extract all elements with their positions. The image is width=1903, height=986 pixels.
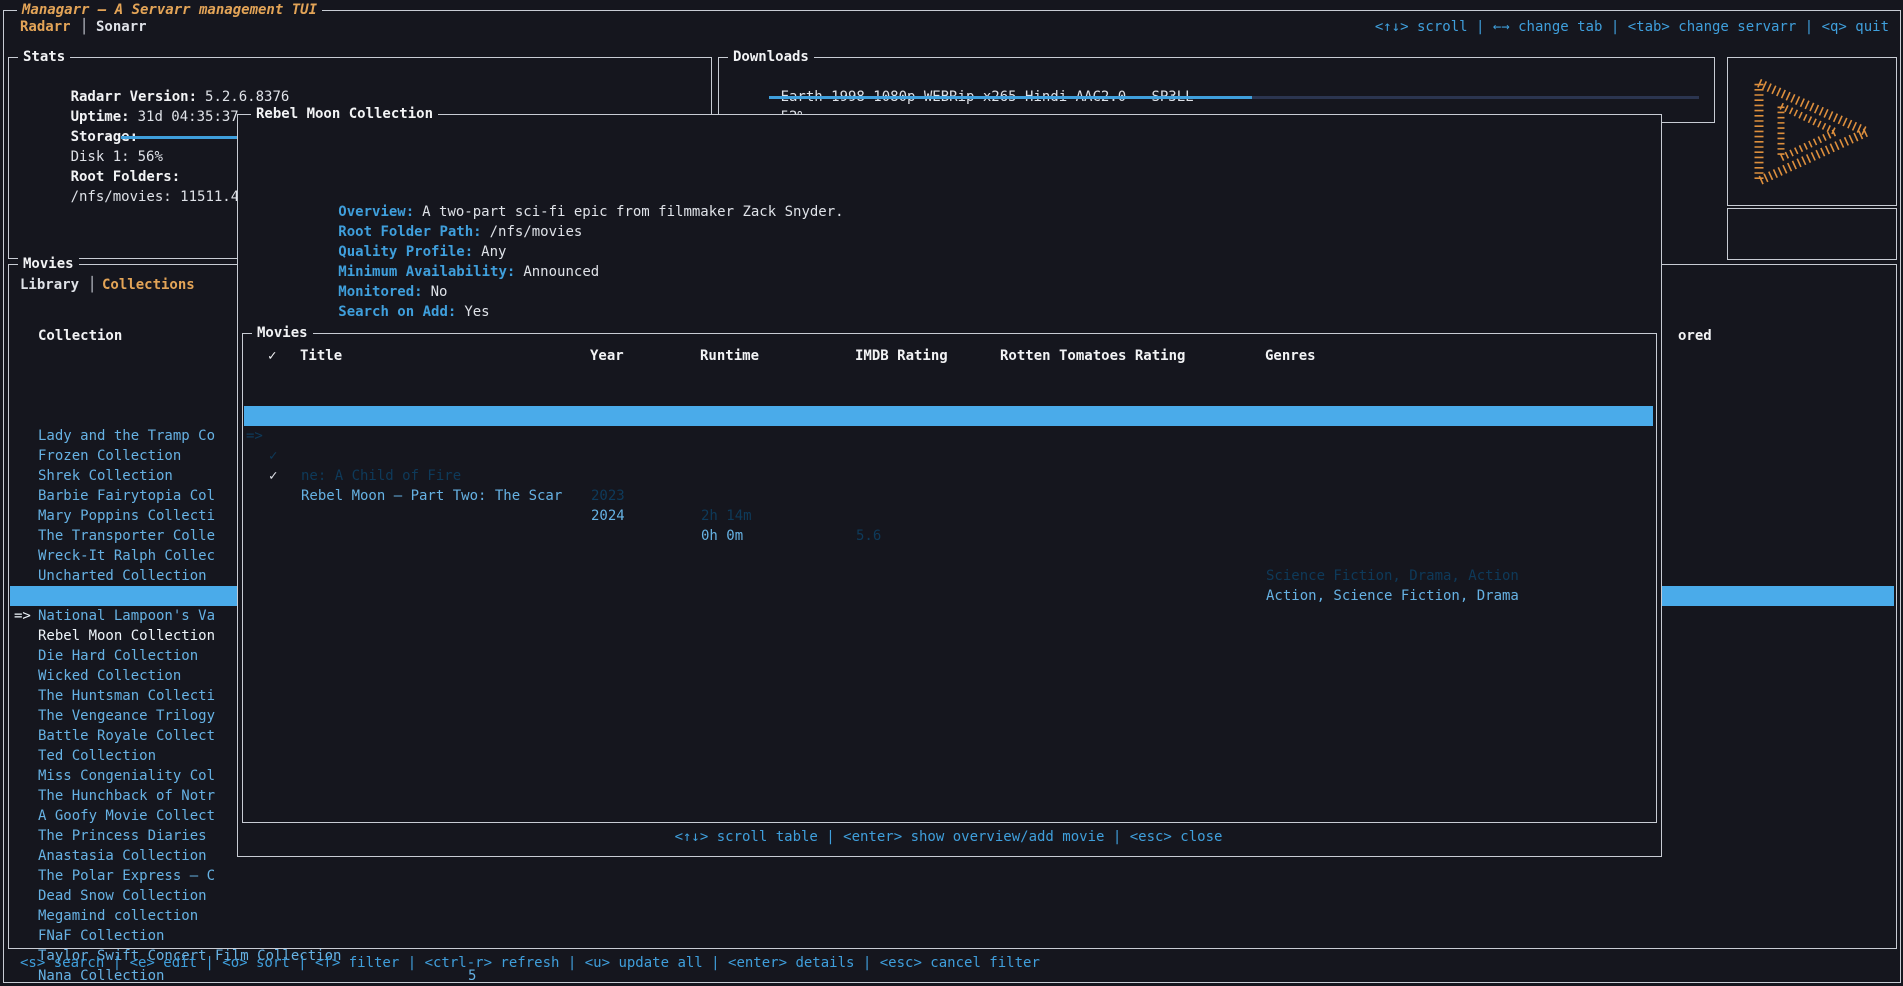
movie-runtime: 0h 0m bbox=[701, 526, 743, 546]
collection-row[interactable]: FNaF Collection bbox=[10, 886, 1894, 906]
bottom-help-hints: <s> search | <e> edit | <o> sort | <f> f… bbox=[20, 953, 1040, 973]
collection-row[interactable]: Nana Collection 2 /nfs/movies Any Yes bbox=[10, 926, 1894, 946]
movies-panel-title: Movies bbox=[18, 254, 79, 274]
collection-row[interactable]: Taylor Swift Concert Film Collection 5 /… bbox=[10, 906, 1894, 926]
modal-movies-table-title: Movies bbox=[252, 323, 313, 343]
stats-uptime-value: 31d 04:35:37 bbox=[138, 109, 239, 125]
download-progress-gauge-fill bbox=[769, 96, 1252, 99]
header-imdb-rating: IMDB Rating bbox=[855, 346, 948, 366]
movie-imdb-rating: 5.6 bbox=[856, 526, 881, 546]
detail-field: Overview:A two-part sci-fi epic from fil… bbox=[254, 182, 844, 202]
collection-detail-fields: Overview:A two-part sci-fi epic from fil… bbox=[254, 142, 844, 342]
header-collection: Collection bbox=[38, 326, 122, 346]
empty-panel bbox=[1727, 208, 1897, 260]
tab-radarr[interactable]: Radarr bbox=[20, 17, 71, 37]
download-progress-gauge-track bbox=[1252, 96, 1699, 99]
managarr-logo-icon bbox=[1751, 79, 1873, 185]
tab-collections[interactable]: Collections bbox=[102, 275, 195, 295]
detail-field-label: Search on Add: bbox=[338, 304, 456, 320]
movie-monitored-check-icon: ✓ bbox=[269, 466, 277, 486]
header-title: Title bbox=[300, 346, 342, 366]
downloads-panel-title: Downloads bbox=[728, 47, 814, 67]
movie-year: 2023 bbox=[591, 486, 625, 506]
header-genres: Genres bbox=[1265, 346, 1316, 366]
logo-panel bbox=[1727, 57, 1897, 206]
modal-movie-row[interactable]: ✓ Rebel Moon – Part Two: The Scar 2024 0… bbox=[244, 426, 1653, 446]
header-runtime: Runtime bbox=[700, 346, 759, 366]
detail-field: Root Folder Path:/nfs/movies bbox=[254, 202, 844, 222]
header-check: ✓ bbox=[268, 346, 276, 366]
tab-library[interactable]: Library bbox=[20, 275, 79, 295]
stats-root-folder-line: /nfs/movies: 11511.43 GB bbox=[20, 167, 273, 227]
modal-help-hints: <↑↓> scroll table | <enter> show overvie… bbox=[238, 827, 1659, 847]
detail-field: Quality Profile:Any bbox=[254, 222, 844, 242]
detail-field: Monitored:No bbox=[254, 262, 844, 282]
modal-movie-row[interactable]: => ✓ ne: A Child of Fire 2023 2h 14m 5.6… bbox=[244, 406, 1653, 426]
movie-genres: Action, Science Fiction, Drama bbox=[1266, 586, 1519, 606]
modal-movies-table-header: ✓ Title Year Runtime IMDB Rating Rotten … bbox=[243, 346, 1656, 366]
detail-field: Minimum Availability:Announced bbox=[254, 242, 844, 262]
movie-runtime: 2h 14m bbox=[701, 506, 752, 526]
header-rotten-tomatoes-rating: Rotten Tomatoes Rating bbox=[1000, 346, 1185, 366]
tab-sonarr[interactable]: Sonarr bbox=[96, 17, 147, 37]
top-help-hints: <↑↓> scroll | ←→ change tab | <tab> chan… bbox=[1375, 17, 1889, 37]
detail-field: Search on Add:Yes bbox=[254, 282, 844, 302]
modal-movies-rows: => ✓ ne: A Child of Fire 2023 2h 14m 5.6… bbox=[244, 366, 1653, 486]
header-monitored-fragment: ored bbox=[1678, 326, 1712, 346]
managarr-app: Managarr — A Servarr management TUI Rada… bbox=[0, 0, 1903, 986]
collection-row[interactable]: Megamind collection bbox=[10, 866, 1894, 886]
tab-separator: │ bbox=[80, 17, 88, 37]
header-year: Year bbox=[590, 346, 624, 366]
stats-panel-title: Stats bbox=[18, 47, 70, 67]
movie-genres: Science Fiction, Drama, Action bbox=[1266, 566, 1519, 586]
collection-details-modal: Rebel Moon Collection Overview:A two-par… bbox=[237, 114, 1662, 857]
movie-title: Rebel Moon – Part Two: The Scar bbox=[301, 486, 562, 506]
movies-tab-separator: │ bbox=[88, 275, 96, 295]
detail-field-value: Yes bbox=[464, 304, 489, 320]
movie-year: 2024 bbox=[591, 506, 625, 526]
modal-movies-table-panel: Movies ✓ Title Year Runtime IMDB Rating … bbox=[242, 333, 1657, 823]
modal-title: Rebel Moon Collection bbox=[251, 104, 438, 124]
